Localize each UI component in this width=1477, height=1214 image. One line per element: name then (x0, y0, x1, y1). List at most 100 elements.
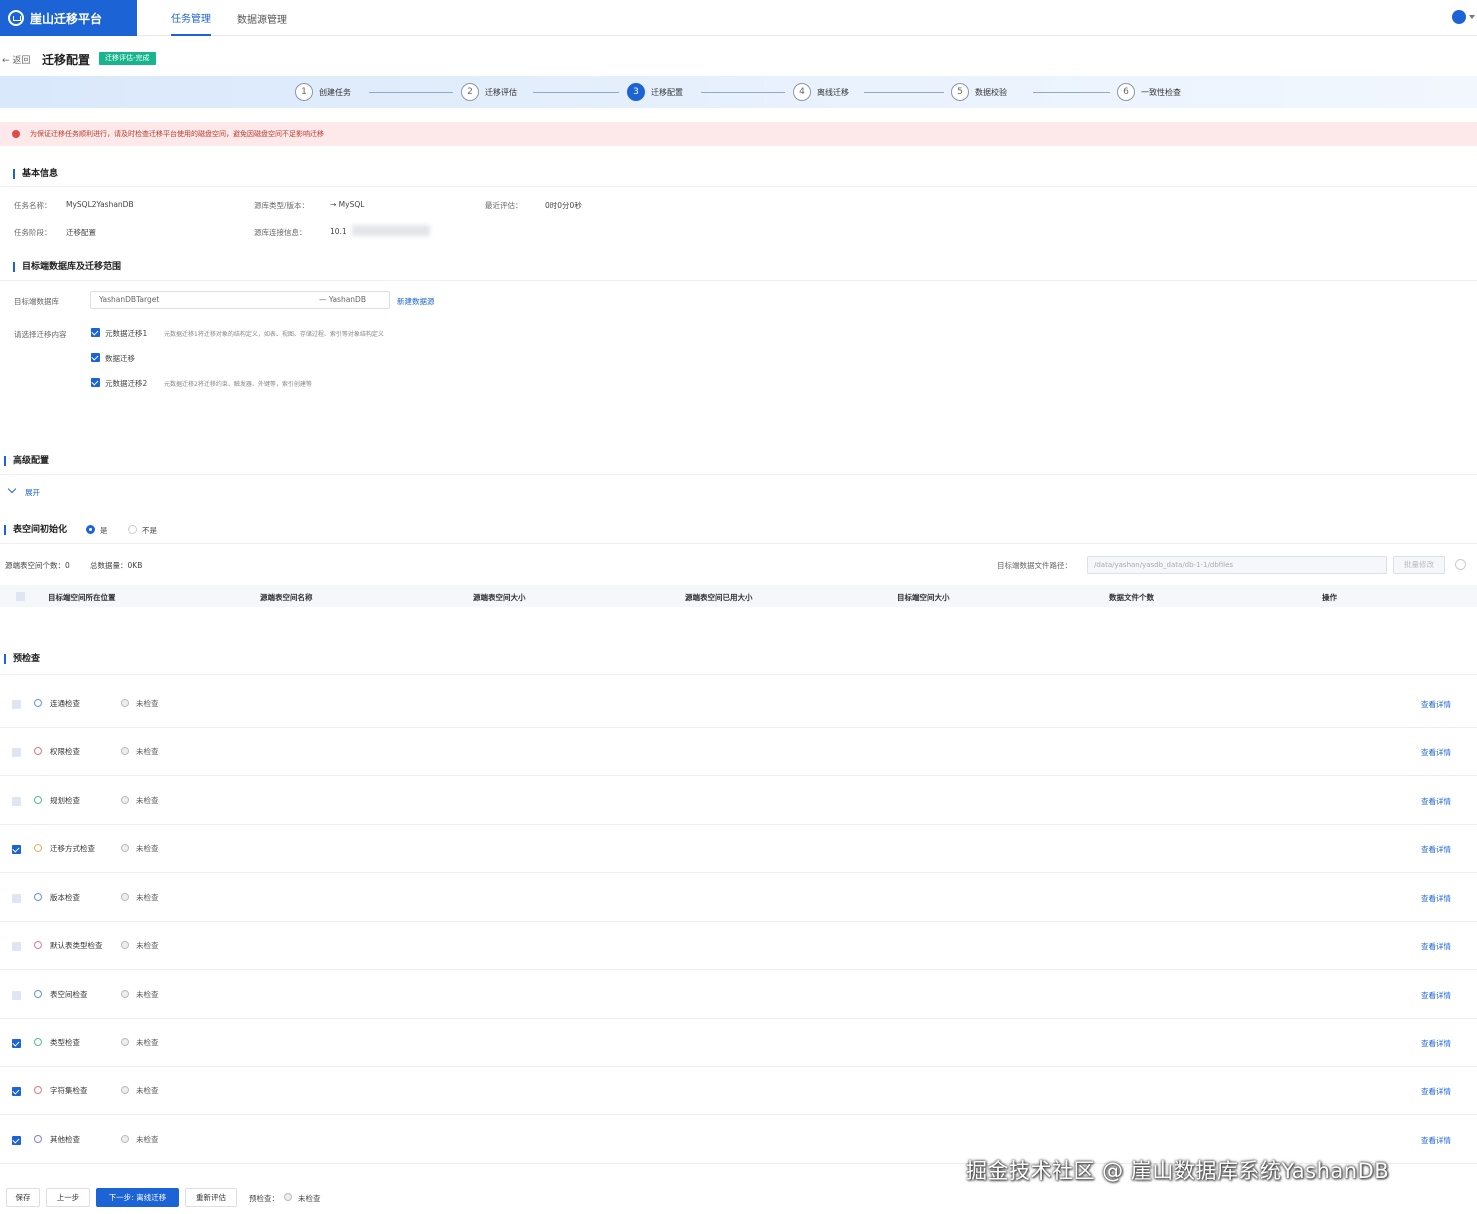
check-item-name: 规划检查 (50, 796, 80, 805)
datafile-path-input[interactable]: /data/yashan/yasdb_data/db-1-1/dbfiles (1087, 556, 1387, 574)
step-connector (1033, 92, 1110, 93)
th-target-size: 目标端空间大小 (897, 593, 950, 602)
step-5[interactable]: 5 数据校验 (951, 83, 1007, 101)
page-title: 迁移配置 (42, 53, 91, 67)
status-dot-icon (121, 1135, 129, 1143)
data-migration-checkbox[interactable] (91, 353, 100, 362)
tablespace-no-radio[interactable] (128, 525, 137, 534)
th-actions: 操作 (1322, 593, 1337, 602)
view-detail-link[interactable]: 查看详情 (1421, 1038, 1451, 1049)
view-detail-link[interactable]: 查看详情 (1421, 1135, 1451, 1146)
check-item-status: 未检查 (136, 941, 159, 950)
check-item-status: 未检查 (136, 699, 159, 708)
step-1[interactable]: 1 创建任务 (295, 83, 351, 101)
save-button[interactable]: 保存 (6, 1188, 40, 1207)
last-eval-label: 最近评估： (485, 201, 523, 210)
status-dot-icon (284, 1193, 292, 1201)
step-2[interactable]: 2 迁移评估 (461, 83, 517, 101)
th-src-name: 源端表空间名称 (260, 593, 313, 602)
view-detail-link[interactable]: 查看详情 (1421, 990, 1451, 1001)
reevaluate-button[interactable]: 重新评估 (185, 1188, 237, 1207)
back-link[interactable]: ← 返回 (2, 53, 30, 66)
check-item-checkbox[interactable] (12, 894, 21, 903)
step-connector (701, 92, 785, 93)
step-label: 数据校验 (975, 87, 1007, 97)
check-item-checkbox[interactable] (12, 700, 21, 709)
check-item-name: 其他检查 (50, 1135, 80, 1144)
target-db-type-text: YashanDB (328, 295, 366, 304)
metadata2-checkbox[interactable] (91, 378, 100, 387)
step-6[interactable]: 6 一致性检查 (1117, 83, 1181, 101)
step-4[interactable]: 4 离线迁移 (793, 83, 849, 101)
step-3[interactable]: 3 迁移配置 (627, 83, 683, 101)
section-title-tablespace: 表空间初始化 (4, 525, 67, 535)
step-label: 迁移评估 (485, 87, 517, 97)
view-detail-link[interactable]: 查看详情 (1421, 893, 1451, 904)
view-detail-link[interactable]: 查看详情 (1421, 699, 1451, 710)
user-avatar-icon[interactable] (1452, 10, 1466, 24)
version-icon (34, 893, 42, 901)
status-dot-icon (121, 941, 129, 949)
check-item-status: 未检查 (136, 990, 159, 999)
view-detail-link[interactable]: 查看详情 (1421, 747, 1451, 758)
prev-button[interactable]: 上一步 (46, 1188, 90, 1207)
step-label: 迁移配置 (651, 87, 683, 97)
precheck-summary-status: 未检查 (298, 1194, 321, 1203)
disk-space-alert: 为保证迁移任务顺利进行，请及时检查迁移平台使用的磁盘空间，避免因磁盘空间不足影响… (0, 122, 1477, 146)
migration-mode-icon (34, 844, 42, 852)
chevron-down-icon[interactable] (1469, 15, 1475, 19)
tablespace-total-size: 总数据量：0KB (90, 561, 143, 570)
metadata1-desc: 元数据迁移1将迁移对象的结构定义，如表、视图、存储过程、索引等对象结构定义 (164, 331, 384, 338)
step-connector (369, 92, 453, 93)
plan-icon (34, 796, 42, 804)
brand[interactable]: 崖山迁移平台 (0, 0, 137, 36)
check-item-checkbox[interactable] (12, 1087, 21, 1096)
status-dot-icon (121, 1086, 129, 1094)
tab-task-management[interactable]: 任务管理 (171, 0, 211, 36)
select-all-checkbox[interactable] (16, 592, 25, 601)
view-detail-link[interactable]: 查看详情 (1421, 844, 1451, 855)
table-type-icon (34, 941, 42, 949)
check-item-checkbox[interactable] (12, 1136, 21, 1145)
step-connector (864, 92, 944, 93)
list-item: 连通检查 未检查 查看详情 (0, 680, 1477, 728)
check-item-name: 字符集检查 (50, 1086, 88, 1095)
target-db-select[interactable]: YashanDBTarget — YashanDB (90, 291, 390, 309)
metadata1-checkbox[interactable] (91, 328, 100, 337)
expand-advanced-link[interactable]: 展开 (25, 487, 40, 498)
check-item-checkbox[interactable] (12, 991, 21, 1000)
check-item-checkbox[interactable] (12, 748, 21, 757)
tab-datasource-management[interactable]: 数据源管理 (237, 0, 287, 36)
watermark: 掘金技术社区 @ 崖山数据库系统YashanDB (966, 1159, 1390, 1183)
view-detail-link[interactable]: 查看详情 (1421, 1086, 1451, 1097)
list-item: 规划检查 未检查 查看详情 (0, 777, 1477, 825)
th-src-size: 源端表空间大小 (473, 593, 526, 602)
check-item-checkbox[interactable] (12, 797, 21, 806)
redacted-address (352, 225, 430, 236)
view-detail-link[interactable]: 查看详情 (1421, 941, 1451, 952)
status-dot-icon (121, 699, 129, 707)
tablespace-yes-radio[interactable] (86, 525, 95, 534)
check-item-status: 未检查 (136, 1038, 159, 1047)
next-button[interactable]: 下一步: 离线迁移 (96, 1188, 179, 1207)
step-number: 6 (1117, 83, 1135, 101)
check-item-name: 类型检查 (50, 1038, 80, 1047)
check-item-checkbox[interactable] (12, 1039, 21, 1048)
last-eval-value: 0时0分0秒 (545, 201, 582, 210)
step-label: 离线迁移 (817, 87, 849, 97)
add-datasource-link[interactable]: 新建数据源 (397, 296, 435, 307)
step-label: 创建任务 (319, 87, 351, 97)
batch-modify-button[interactable]: 批量修改 (1393, 556, 1445, 574)
divider (0, 674, 1477, 675)
check-item-checkbox[interactable] (12, 942, 21, 951)
check-item-checkbox[interactable] (12, 845, 21, 854)
chevron-down-icon[interactable] (7, 484, 17, 494)
check-item-status: 未检查 (136, 1135, 159, 1144)
refresh-icon[interactable] (1455, 559, 1466, 570)
list-item: 迁移方式检查 未检查 查看详情 (0, 825, 1477, 873)
check-item-name: 权限检查 (50, 747, 80, 756)
divider (0, 474, 1477, 475)
check-item-status: 未检查 (136, 796, 159, 805)
check-item-status: 未检查 (136, 1086, 159, 1095)
view-detail-link[interactable]: 查看详情 (1421, 796, 1451, 807)
